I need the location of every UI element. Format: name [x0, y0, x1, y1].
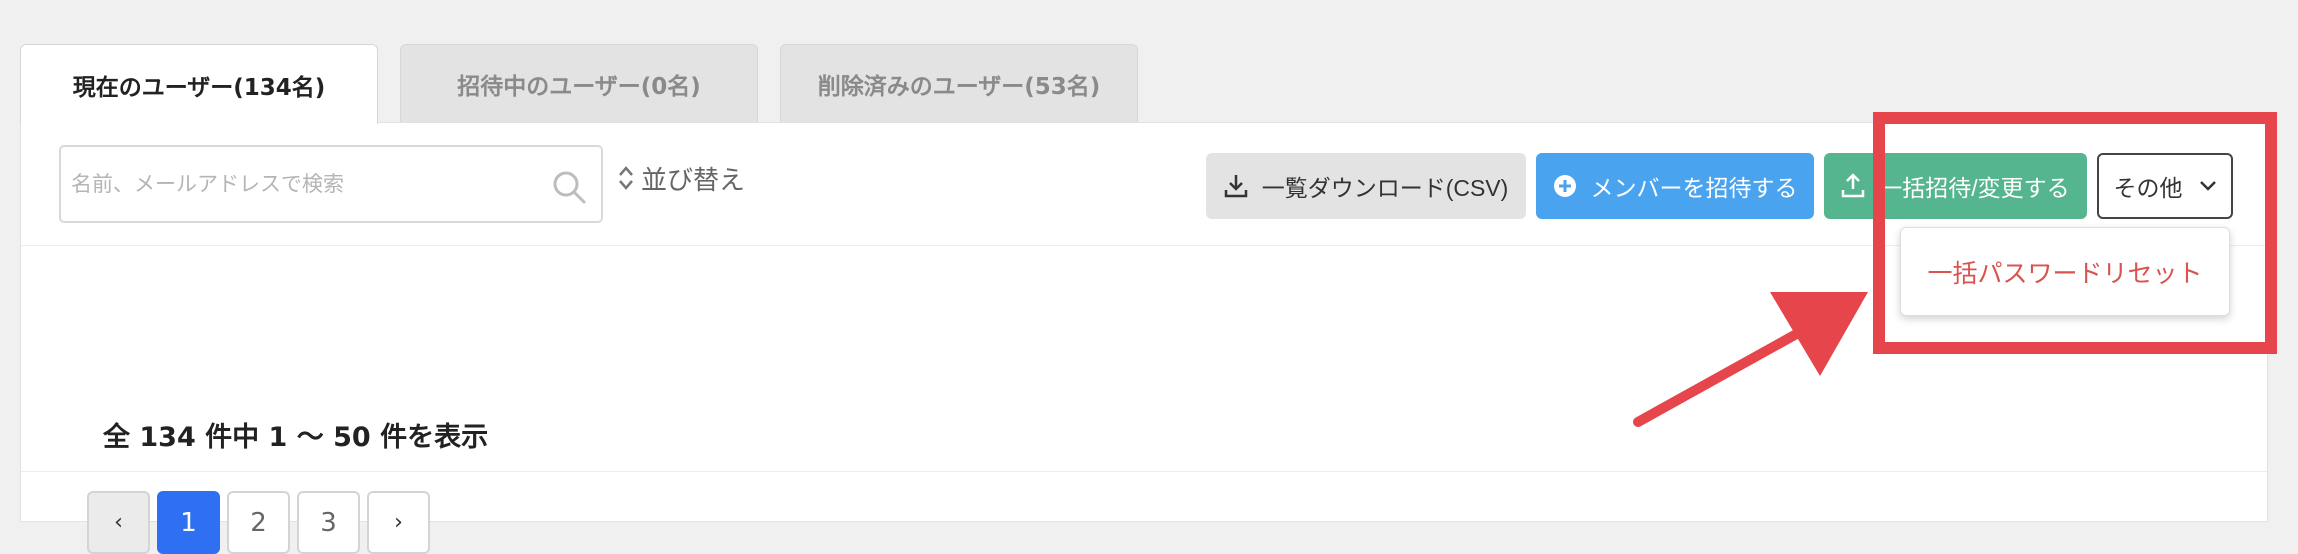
- pagination-prev[interactable]: ‹: [87, 491, 150, 554]
- pagination-next[interactable]: ›: [367, 491, 430, 554]
- pagination: ‹ 1 2 3 ›: [87, 491, 437, 554]
- invite-member-label: メンバーを招待する: [1590, 175, 1798, 201]
- bulk-invite-button[interactable]: 一括招待/変更する: [1824, 153, 2087, 219]
- download-csv-button[interactable]: 一覧ダウンロード(CSV): [1206, 153, 1526, 219]
- tab-invited-users[interactable]: 招待中のユーザー(0名): [400, 44, 758, 122]
- user-list-panel: 並び替え 一覧ダウンロード(CSV) メンバーを招待する 一括招待/変更する そ…: [20, 122, 2268, 554]
- user-tabs: 現在のユーザー(134名) 招待中のユーザー(0名) 削除済みのユーザー(53名…: [20, 44, 1160, 124]
- chevron-down-icon: [2199, 181, 2216, 191]
- tab-deleted-users[interactable]: 削除済みのユーザー(53名): [780, 44, 1138, 122]
- sort-label: 並び替え: [641, 165, 746, 196]
- invite-member-button[interactable]: メンバーを招待する: [1536, 153, 1814, 219]
- pagination-page-3[interactable]: 3: [297, 491, 360, 554]
- download-icon: [1224, 175, 1247, 198]
- menu-item-bulk-password-reset[interactable]: 一括パスワードリセット: [1900, 227, 2230, 316]
- download-csv-label: 一覧ダウンロード(CSV): [1261, 175, 1509, 201]
- sort-icon: [619, 166, 633, 190]
- tab-current-users[interactable]: 現在のユーザー(134名): [20, 44, 378, 124]
- bulk-invite-label: 一括招待/変更する: [1879, 175, 2070, 201]
- sort-button[interactable]: 並び替え: [617, 161, 746, 196]
- search-icon[interactable]: [551, 169, 587, 205]
- pagination-page-2[interactable]: 2: [227, 491, 290, 554]
- pagination-divider: [21, 471, 2267, 472]
- pagination-page-1[interactable]: 1: [157, 491, 220, 554]
- other-menu-label: その他: [2113, 175, 2183, 201]
- search-box: [59, 145, 603, 223]
- upload-icon: [1842, 173, 1865, 198]
- search-input[interactable]: [71, 172, 531, 196]
- result-summary: 全 134 件中 1 〜 50 件を表示: [103, 422, 489, 453]
- other-menu-button[interactable]: その他: [2097, 153, 2233, 219]
- plus-circle-icon: [1553, 175, 1576, 197]
- annotation-arrow: [1633, 292, 1868, 427]
